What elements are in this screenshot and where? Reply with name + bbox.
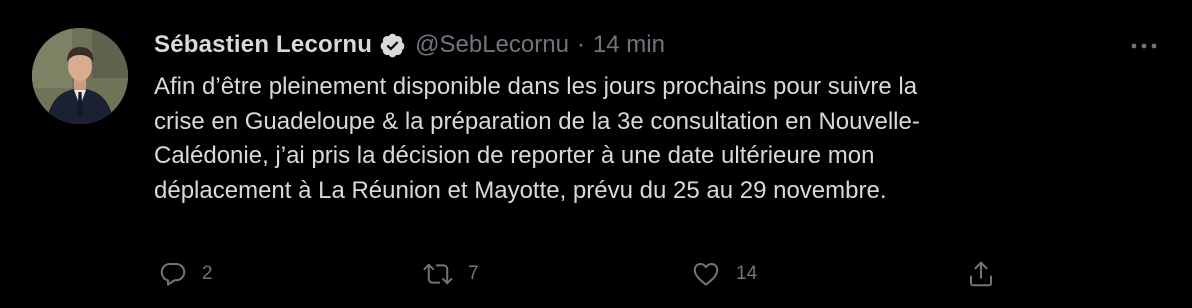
reply-button[interactable]: 2 [158,256,213,292]
tweet-text-line: crise en Guadeloupe & la préparation de … [154,107,920,135]
verified-badge-icon [379,32,406,59]
avatar-photo [32,28,128,124]
retweet-count: 7 [468,263,479,284]
share-button[interactable] [966,256,996,292]
avatar[interactable] [32,28,128,124]
tweet-text-line: déplacement à La Réunion et Mayotte, pré… [154,176,887,204]
tweet-text-line: Afin d’être pleinement disponible dans l… [154,73,918,100]
tweet-header: Sébastien Lecornu @SebLecornu · 14 min [154,28,665,62]
tweet-text-line: Calédonie, j’ai pris la décision de repo… [154,142,875,169]
display-name[interactable]: Sébastien Lecornu [154,31,372,59]
timestamp[interactable]: 14 min [593,31,665,59]
retweet-icon [422,259,454,289]
tweet-text: Afin d’être pleinement disponible dans l… [154,70,1154,208]
like-count: 14 [736,263,758,284]
share-icon [966,259,996,289]
tweet-actions: 2 7 14 [0,256,1192,292]
separator-dot: · [576,31,585,58]
reply-icon [158,259,188,289]
retweet-button[interactable]: 7 [422,256,479,292]
heart-icon [690,259,722,289]
user-handle[interactable]: @SebLecornu [415,31,569,59]
more-options-icon[interactable] [1128,32,1160,60]
tweet-card[interactable]: Sébastien Lecornu @SebLecornu · 14 min A… [0,0,1192,308]
like-button[interactable]: 14 [690,256,757,292]
reply-count: 2 [202,263,213,284]
